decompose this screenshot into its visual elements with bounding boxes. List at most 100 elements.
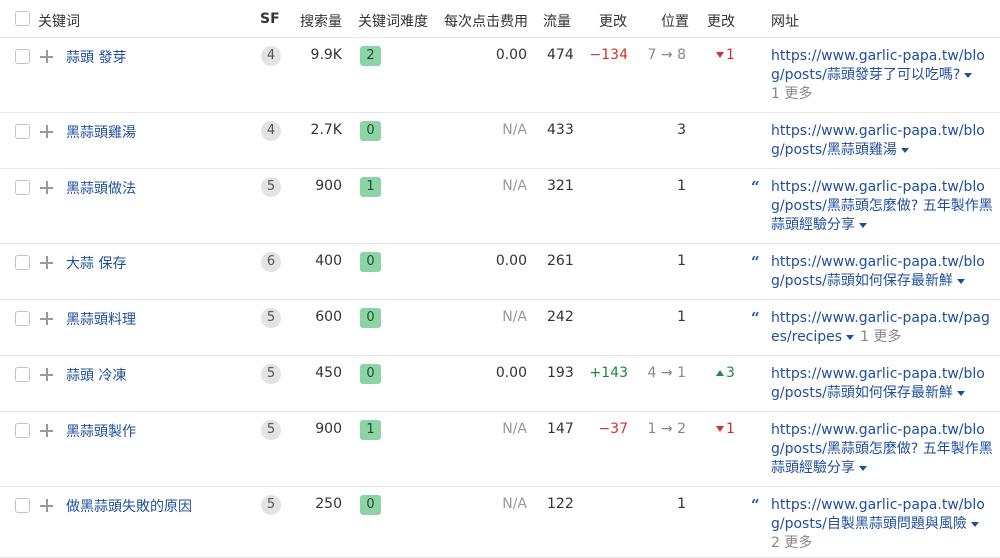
row-checkbox[interactable] bbox=[15, 255, 30, 270]
keyword-link[interactable]: 蒜頭 發芽 bbox=[66, 47, 126, 67]
table-row: 蒜頭 發芽 4 9.9K 2 0.00 474 −134 7 → 8 1 htt… bbox=[0, 38, 1000, 113]
traffic-value: 147 bbox=[547, 421, 574, 437]
row-checkbox[interactable] bbox=[15, 49, 30, 64]
keyword-link[interactable]: 大蒜 保存 bbox=[66, 253, 126, 273]
volume-value: 450 bbox=[315, 365, 342, 381]
url-link[interactable]: https://www.garlic-papa.tw/blog/posts/蒜頭… bbox=[771, 48, 985, 83]
volume-value: 400 bbox=[315, 253, 342, 269]
keyword-link[interactable]: 黑蒜頭做法 bbox=[66, 178, 136, 198]
sf-badge[interactable]: 5 bbox=[261, 420, 281, 440]
url-cell: https://www.garlic-papa.tw/blog/posts/自製… bbox=[771, 496, 996, 553]
sf-badge[interactable]: 5 bbox=[261, 364, 281, 384]
plus-icon[interactable] bbox=[40, 312, 53, 325]
header-kd[interactable]: 关键词难度 bbox=[358, 11, 428, 31]
traffic-change-value: −134 bbox=[589, 47, 628, 63]
position-value: 7 → 8 bbox=[647, 47, 686, 63]
traffic-value: 242 bbox=[547, 309, 574, 325]
cpc-value: 0.00 bbox=[495, 253, 527, 269]
plus-icon[interactable] bbox=[40, 256, 53, 269]
url-cell: https://www.garlic-papa.tw/blog/posts/蒜頭… bbox=[771, 253, 996, 291]
chevron-down-icon[interactable] bbox=[846, 334, 855, 340]
volume-value: 250 bbox=[315, 496, 342, 512]
sf-badge[interactable]: 5 bbox=[261, 308, 281, 328]
header-sf[interactable]: SF bbox=[260, 11, 280, 27]
sf-badge[interactable]: 4 bbox=[261, 46, 281, 66]
header-keyword[interactable]: 关键词 bbox=[38, 11, 80, 31]
chevron-down-icon[interactable] bbox=[859, 222, 867, 228]
header-volume[interactable]: 搜索量 bbox=[300, 11, 342, 31]
header-cpc[interactable]: 每次点击费用 bbox=[444, 11, 528, 31]
chevron-down-icon[interactable] bbox=[859, 465, 867, 471]
row-checkbox[interactable] bbox=[15, 311, 30, 326]
keyword-link[interactable]: 蒜頭 冷凍 bbox=[66, 365, 126, 385]
more-link[interactable]: 1 更多 bbox=[860, 329, 901, 345]
chevron-down-icon[interactable] bbox=[970, 521, 979, 527]
kd-badge: 0 bbox=[360, 121, 381, 141]
table-row: 黑蒜頭雞湯 4 2.7K 0 N/A 433 3 https://www.gar… bbox=[0, 113, 1000, 169]
plus-icon[interactable] bbox=[40, 125, 53, 138]
cpc-value: N/A bbox=[502, 309, 527, 325]
kd-badge: 0 bbox=[360, 495, 381, 515]
url-cell: https://www.garlic-papa.tw/blog/posts/蒜頭… bbox=[771, 365, 996, 403]
keyword-link[interactable]: 黑蒜頭料理 bbox=[66, 309, 136, 329]
url-link[interactable]: https://www.garlic-papa.tw/blog/posts/自製… bbox=[771, 497, 985, 532]
position-value: 1 → 2 bbox=[647, 421, 686, 437]
chevron-down-icon[interactable] bbox=[956, 278, 965, 284]
row-checkbox[interactable] bbox=[15, 180, 30, 195]
quote-icon: “ bbox=[751, 309, 760, 327]
traffic-value: 193 bbox=[547, 365, 574, 381]
plus-icon[interactable] bbox=[40, 181, 53, 194]
url-cell: https://www.garlic-papa.tw/pages/recipes… bbox=[771, 309, 996, 347]
chevron-down-icon[interactable] bbox=[964, 72, 973, 78]
header-position-change[interactable]: 更改 bbox=[707, 11, 735, 31]
arrow-up-icon bbox=[716, 370, 724, 376]
plus-icon[interactable] bbox=[40, 499, 53, 512]
sf-badge[interactable]: 4 bbox=[261, 121, 281, 141]
position-value: 1 bbox=[677, 496, 686, 512]
header-traffic[interactable]: 流量 bbox=[543, 11, 571, 31]
kd-badge: 1 bbox=[360, 420, 381, 440]
url-link[interactable]: https://www.garlic-papa.tw/blog/posts/黑蒜… bbox=[771, 422, 993, 476]
cpc-value: N/A bbox=[502, 496, 527, 512]
chevron-down-icon[interactable] bbox=[956, 390, 965, 396]
url-link[interactable]: https://www.garlic-papa.tw/blog/posts/黑蒜… bbox=[771, 123, 985, 158]
url-link[interactable]: https://www.garlic-papa.tw/blog/posts/黑蒜… bbox=[771, 179, 993, 233]
header-traffic-change[interactable]: 更改 bbox=[599, 11, 627, 31]
quote-icon: “ bbox=[751, 253, 760, 271]
kd-badge: 0 bbox=[360, 308, 381, 328]
position-value: 1 bbox=[677, 178, 686, 194]
volume-value: 900 bbox=[315, 421, 342, 437]
header-url[interactable]: 网址 bbox=[771, 11, 799, 31]
cpc-value: 0.00 bbox=[495, 365, 527, 381]
plus-icon[interactable] bbox=[40, 424, 53, 437]
arrow-down-icon bbox=[716, 52, 724, 58]
row-checkbox[interactable] bbox=[15, 498, 30, 513]
table-row: 大蒜 保存 6 400 0 0.00 261 1 “ https://www.g… bbox=[0, 244, 1000, 300]
plus-icon[interactable] bbox=[40, 368, 53, 381]
select-all-checkbox[interactable] bbox=[15, 11, 30, 26]
keyword-link[interactable]: 黑蒜頭雞湯 bbox=[66, 122, 136, 142]
kd-badge: 0 bbox=[360, 252, 381, 272]
traffic-value: 261 bbox=[547, 253, 574, 269]
sf-badge[interactable]: 6 bbox=[261, 252, 281, 272]
header-position[interactable]: 位置 bbox=[661, 11, 689, 31]
url-link[interactable]: https://www.garlic-papa.tw/blog/posts/蒜頭… bbox=[771, 254, 985, 289]
volume-value: 2.7K bbox=[310, 122, 342, 138]
chevron-down-icon[interactable] bbox=[900, 147, 909, 153]
traffic-change-value: +143 bbox=[589, 365, 628, 381]
table-row: 蒜頭 冷凍 5 450 0 0.00 193 +143 4 → 1 3 http… bbox=[0, 356, 1000, 412]
row-checkbox[interactable] bbox=[15, 367, 30, 382]
traffic-value: 122 bbox=[547, 496, 574, 512]
plus-icon[interactable] bbox=[40, 50, 53, 63]
sf-badge[interactable]: 5 bbox=[261, 177, 281, 197]
url-link[interactable]: https://www.garlic-papa.tw/blog/posts/蒜頭… bbox=[771, 366, 985, 401]
table-row: 黑蒜頭製作 5 900 1 N/A 147 −37 1 → 2 1 https:… bbox=[0, 412, 1000, 487]
more-link[interactable]: 1 更多 bbox=[771, 86, 812, 102]
row-checkbox[interactable] bbox=[15, 423, 30, 438]
keyword-link[interactable]: 做黑蒜頭失敗的原因 bbox=[66, 496, 192, 516]
more-link[interactable]: 2 更多 bbox=[771, 535, 812, 551]
keyword-link[interactable]: 黑蒜頭製作 bbox=[66, 421, 136, 441]
row-checkbox[interactable] bbox=[15, 124, 30, 139]
sf-badge[interactable]: 5 bbox=[261, 495, 281, 515]
kd-badge: 0 bbox=[360, 364, 381, 384]
